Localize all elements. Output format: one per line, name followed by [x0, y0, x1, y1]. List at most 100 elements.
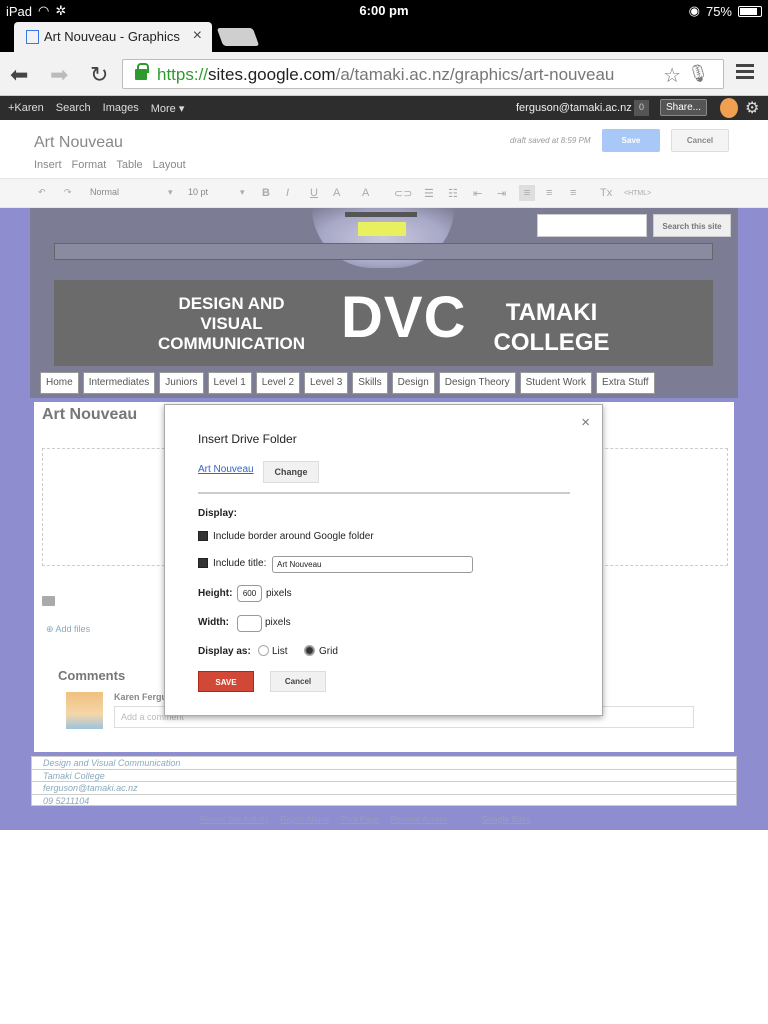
grid-radio[interactable]: [304, 645, 315, 656]
html-button[interactable]: <HTML>: [624, 190, 651, 197]
back-icon[interactable]: ⬅: [10, 62, 28, 88]
cancel-button[interactable]: Cancel: [671, 129, 729, 152]
nav-student-work[interactable]: Student Work: [519, 372, 593, 394]
font-size-select[interactable]: 10 pt: [188, 187, 208, 197]
bookmark-star-icon[interactable]: ☆: [663, 63, 681, 88]
nav-intermediates[interactable]: Intermediates: [82, 372, 156, 394]
highlight-color-icon[interactable]: A: [362, 187, 369, 199]
text-color-icon[interactable]: A: [333, 187, 340, 199]
nav-juniors[interactable]: Juniors: [159, 372, 204, 394]
close-icon[interactable]: ×: [581, 414, 590, 431]
new-tab-button[interactable]: [216, 28, 260, 46]
url-host: sites.google.com: [208, 65, 336, 84]
italic-icon[interactable]: I: [286, 187, 289, 199]
forward-icon[interactable]: ➡: [50, 62, 68, 88]
link-icon[interactable]: ⊂⊃: [394, 187, 412, 200]
recent-activity-link[interactable]: Recent Site Activity: [200, 815, 268, 824]
nav-home[interactable]: Home: [40, 372, 79, 394]
site-search-input[interactable]: [537, 214, 647, 237]
dialog-cancel-button[interactable]: Cancel: [270, 671, 326, 692]
bold-icon[interactable]: B: [262, 187, 270, 199]
browser-menu-icon[interactable]: [736, 64, 754, 82]
border-checkbox[interactable]: [198, 531, 208, 541]
nav-design-theory[interactable]: Design Theory: [438, 372, 516, 394]
numbered-list-icon[interactable]: ☰: [424, 187, 434, 200]
height-label: Height:: [198, 588, 233, 599]
menu-insert[interactable]: Insert: [34, 159, 62, 171]
orientation-lock-icon: ◉: [688, 3, 700, 18]
nav-design[interactable]: Design: [391, 372, 435, 394]
nav-extra-stuff[interactable]: Extra Stuff: [596, 372, 655, 394]
gear-icon[interactable]: ⚙: [745, 98, 759, 118]
dialog-title: Insert Drive Folder: [198, 432, 297, 446]
tab-title: Art Nouveau - Graphics: [44, 29, 180, 44]
avatar: [66, 692, 103, 729]
nav-skills[interactable]: Skills: [352, 372, 388, 394]
banner-dvc-logo: DVC: [341, 285, 467, 350]
style-select[interactable]: Normal: [90, 187, 119, 197]
footer-line: 09 5211104: [43, 795, 90, 806]
nav-level-1[interactable]: Level 1: [207, 372, 252, 394]
height-input[interactable]: 600: [237, 585, 262, 602]
clear-formatting-icon[interactable]: Tx: [600, 187, 612, 199]
share-button[interactable]: Share...: [660, 99, 707, 116]
site-footer: Design and Visual Communication Tamaki C…: [31, 756, 737, 806]
url-bar[interactable]: https://sites.google.com/a/tamaki.ac.nz/…: [122, 59, 724, 89]
width-input[interactable]: [237, 615, 262, 632]
title-checkbox[interactable]: [198, 558, 208, 568]
align-center-icon[interactable]: ≡: [546, 187, 552, 199]
reload-icon[interactable]: ↻: [90, 62, 108, 88]
footer-line: ferguson@tamaki.ac.nz: [32, 782, 736, 795]
nav-level-2[interactable]: Level 2: [255, 372, 301, 394]
battery-percent: 75%: [705, 3, 732, 19]
save-button[interactable]: Save: [602, 129, 660, 152]
change-folder-button[interactable]: Change: [263, 461, 319, 483]
google-sites-link[interactable]: Google Sites: [482, 815, 531, 824]
notification-count[interactable]: 0: [634, 100, 649, 116]
user-email[interactable]: ferguson@tamaki.ac.nz: [516, 102, 632, 114]
site-search-button[interactable]: Search this site: [653, 214, 731, 237]
indent-more-icon[interactable]: ⇥: [497, 187, 506, 200]
remove-access-link[interactable]: Remove Access: [390, 815, 447, 824]
gbar-link-more[interactable]: More ▾: [151, 102, 185, 115]
report-abuse-link[interactable]: Report Abuse: [280, 815, 328, 824]
menu-format[interactable]: Format: [72, 159, 107, 171]
menu-layout[interactable]: Layout: [153, 159, 186, 171]
close-tab-icon[interactable]: ×: [193, 27, 202, 45]
google-bar: +Karen Search Images More ▾ ferguson@tam…: [0, 96, 768, 120]
clock: 6:00 pm: [359, 3, 409, 18]
page-title: Art Nouveau: [34, 134, 123, 151]
footer-links: Recent Site Activity Report Abuse Print …: [200, 815, 531, 824]
gbar-link-search[interactable]: Search: [56, 102, 91, 115]
selected-folder-link[interactable]: Art Nouveau: [198, 464, 254, 475]
print-page-link[interactable]: Print Page: [341, 815, 378, 824]
nav-level-3[interactable]: Level 3: [304, 372, 349, 394]
comment-author: Karen Fergu: [114, 692, 168, 702]
bulleted-list-icon[interactable]: ☷: [448, 187, 458, 200]
list-radio[interactable]: [258, 645, 269, 656]
microphone-icon[interactable]: 🎙: [687, 64, 709, 84]
browser-tab[interactable]: Art Nouveau - Graphics ×: [14, 22, 212, 52]
user-avatar[interactable]: [720, 98, 738, 118]
banner-line: TAMAKI: [505, 299, 598, 326]
title-input[interactable]: Art Nouveau: [272, 556, 473, 573]
gbar-link-plus[interactable]: +Karen: [8, 102, 44, 115]
banner-line: COMMUNICATION: [158, 334, 305, 353]
undo-icon[interactable]: ↶: [38, 187, 46, 198]
folder-icon: [42, 596, 55, 606]
add-files-link[interactable]: ⊕ Add files: [46, 624, 90, 635]
gbar-link-images[interactable]: Images: [103, 102, 139, 115]
tab-strip: Art Nouveau - Graphics ×: [0, 22, 768, 52]
insert-drive-folder-dialog: Insert Drive Folder × Art Nouveau Change…: [164, 404, 603, 716]
banner-right-text: TAMAKI COLLEGE: [489, 298, 614, 358]
banner-line: COLLEGE: [493, 329, 610, 356]
redo-icon[interactable]: ↷: [64, 187, 72, 198]
indent-less-icon[interactable]: ⇤: [473, 187, 482, 200]
banner-line: DESIGN AND: [178, 294, 285, 313]
align-right-icon[interactable]: ≡: [570, 187, 576, 199]
dialog-save-button[interactable]: SAVE: [198, 671, 254, 692]
display-as-label: Display as:: [198, 646, 251, 657]
underline-icon[interactable]: U: [310, 187, 318, 199]
align-left-icon[interactable]: ≡: [519, 185, 535, 201]
menu-table[interactable]: Table: [116, 159, 142, 171]
